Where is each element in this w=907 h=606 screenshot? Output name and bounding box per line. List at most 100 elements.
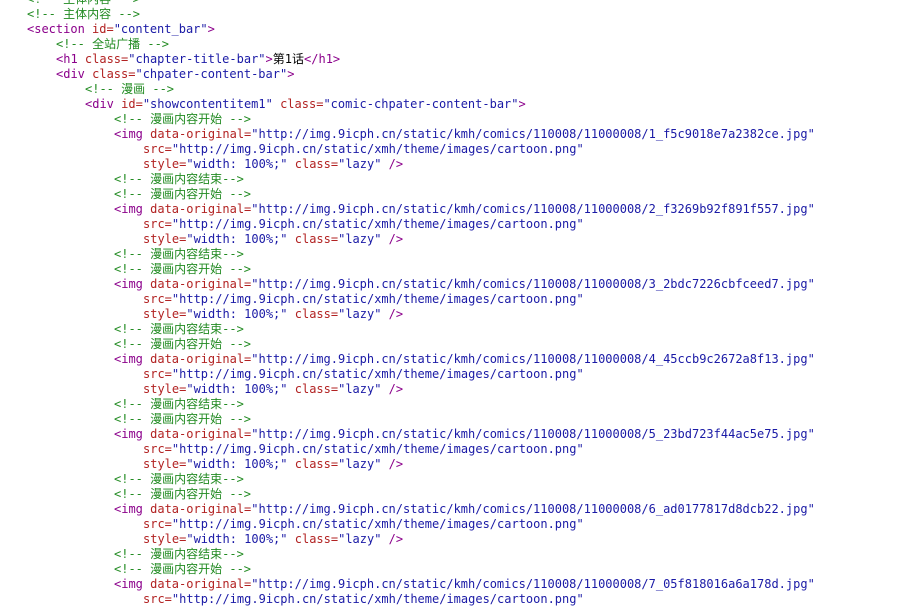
code-attribute: style= xyxy=(143,457,187,471)
code-tag: <h1 xyxy=(56,52,78,66)
code-attribute: style= xyxy=(143,382,187,396)
code-line: <section id="content_bar"> xyxy=(0,22,907,37)
code-tag: <section xyxy=(27,22,85,36)
code-attribute: style= xyxy=(143,307,187,321)
code-attribute: style= xyxy=(143,232,187,246)
code-line: <h1 class="chapter-title-bar">第1话</h1> xyxy=(0,52,907,67)
code-tag: <img xyxy=(114,202,143,216)
code-attribute: data-original= xyxy=(142,502,252,516)
code-comment: <!-- 漫画内容开始 --> xyxy=(114,412,252,426)
code-line: style="width: 100%;" class="lazy" /> xyxy=(0,532,907,547)
code-tag: /> xyxy=(381,157,404,171)
code-line: style="width: 100%;" class="lazy" /> xyxy=(0,157,907,172)
code-line: <!-- 漫画内容结束--> xyxy=(0,397,907,412)
code-line: style="width: 100%;" class="lazy" /> xyxy=(0,307,907,322)
code-comment: <!-- 漫画内容结束--> xyxy=(114,322,244,336)
code-line: <!-- 漫画内容结束--> xyxy=(0,172,907,187)
code-tag: <div xyxy=(85,97,114,111)
code-comment: <!-- 漫画内容结束--> xyxy=(114,247,244,261)
code-comment: <!-- 漫画内容开始 --> xyxy=(114,562,252,576)
code-tag: > xyxy=(518,97,526,111)
code-text: 第1话 xyxy=(272,52,305,66)
code-line: <!-- 漫画内容结束--> xyxy=(0,472,907,487)
code-attribute: class= xyxy=(287,457,339,471)
code-comment: <!-- 漫画 --> xyxy=(85,82,175,96)
code-line: <!-- 漫画 --> xyxy=(0,82,907,97)
code-value: "http://img.9icph.cn/static/xmh/theme/im… xyxy=(171,367,584,381)
code-tag: > xyxy=(287,67,295,81)
code-value: "lazy" xyxy=(338,532,382,546)
code-line: style="width: 100%;" class="lazy" /> xyxy=(0,382,907,397)
code-comment: <!-- 漫画内容开始 --> xyxy=(114,487,252,501)
code-value: "lazy" xyxy=(338,457,382,471)
code-line: style="width: 100%;" class="lazy" /> xyxy=(0,457,907,472)
code-attribute: src= xyxy=(143,217,172,231)
code-value: "http://img.9icph.cn/static/kmh/comics/1… xyxy=(251,427,815,441)
code-line: <div id="showcontentitem1" class="comic-… xyxy=(0,97,907,112)
code-line: <!-- 漫画内容结束--> xyxy=(0,247,907,262)
code-comment: <!-- 全站广播 --> xyxy=(56,37,170,51)
code-line: <!-- 漫画内容开始 --> xyxy=(0,112,907,127)
code-attribute: data-original= xyxy=(142,352,252,366)
code-line: <img data-original="http://img.9icph.cn/… xyxy=(0,277,907,292)
code-value: "http://img.9icph.cn/static/xmh/theme/im… xyxy=(171,217,584,231)
code-attribute: src= xyxy=(143,442,172,456)
code-line: <!-- 漫画内容开始 --> xyxy=(0,337,907,352)
code-value: "chapter-title-bar" xyxy=(128,52,266,66)
code-line: src="http://img.9icph.cn/static/xmh/them… xyxy=(0,292,907,307)
code-attribute: data-original= xyxy=(142,202,252,216)
code-value: "width: 100%;" xyxy=(186,157,288,171)
code-attribute: src= xyxy=(143,367,172,381)
code-value: "width: 100%;" xyxy=(186,307,288,321)
code-line: <img data-original="http://img.9icph.cn/… xyxy=(0,352,907,367)
code-comment: <!-- 漫画内容开始 --> xyxy=(114,337,252,351)
code-tag: > xyxy=(265,52,273,66)
code-value: "lazy" xyxy=(338,307,382,321)
code-line: <!-- 全站广播 --> xyxy=(0,37,907,52)
code-attribute: id= xyxy=(84,22,114,36)
code-attribute: data-original= xyxy=(142,427,252,441)
code-attribute: src= xyxy=(143,292,172,306)
code-line: <img data-original="http://img.9icph.cn/… xyxy=(0,577,907,592)
code-tag: /> xyxy=(381,382,404,396)
code-tag: <img xyxy=(114,502,143,516)
code-comment: <!-- 漫画内容开始 --> xyxy=(114,187,252,201)
code-tag: </h1> xyxy=(304,52,341,66)
code-value: "http://img.9icph.cn/static/xmh/theme/im… xyxy=(171,517,584,531)
code-attribute: src= xyxy=(143,142,172,156)
code-value: "lazy" xyxy=(338,232,382,246)
code-attribute: class= xyxy=(287,307,339,321)
code-line: <img data-original="http://img.9icph.cn/… xyxy=(0,127,907,142)
code-line: style="width: 100%;" class="lazy" /> xyxy=(0,232,907,247)
code-tag: <img xyxy=(114,427,143,441)
code-value: "chpater-content-bar" xyxy=(135,67,288,81)
code-value: "http://img.9icph.cn/static/xmh/theme/im… xyxy=(171,592,584,606)
code-value: "http://img.9icph.cn/static/kmh/comics/1… xyxy=(251,352,815,366)
code-line: <!-- 漫画内容开始 --> xyxy=(0,412,907,427)
code-comment: <!-- 主体内容 --> xyxy=(27,0,140,6)
code-tag: <img xyxy=(114,352,143,366)
code-attribute: style= xyxy=(143,532,187,546)
code-value: "http://img.9icph.cn/static/xmh/theme/im… xyxy=(171,292,584,306)
code-attribute: data-original= xyxy=(142,577,252,591)
code-value: "width: 100%;" xyxy=(186,532,288,546)
code-line: <!-- 漫画内容开始 --> xyxy=(0,187,907,202)
code-line: <img data-original="http://img.9icph.cn/… xyxy=(0,427,907,442)
code-comment: <!-- 漫画内容结束--> xyxy=(114,547,244,561)
code-lines: <!-- 主体内容 --><!-- 主体内容 --><section id="c… xyxy=(0,0,907,606)
code-value: "showcontentitem1" xyxy=(142,97,273,111)
code-attribute: src= xyxy=(143,517,172,531)
code-attribute: style= xyxy=(143,157,187,171)
code-value: "http://img.9icph.cn/static/kmh/comics/1… xyxy=(251,277,815,291)
code-attribute: class= xyxy=(77,52,129,66)
code-attribute: src= xyxy=(143,592,172,606)
code-comment: <!-- 漫画内容结束--> xyxy=(114,172,244,186)
code-value: "http://img.9icph.cn/static/xmh/theme/im… xyxy=(171,142,584,156)
code-value: "http://img.9icph.cn/static/xmh/theme/im… xyxy=(171,442,584,456)
code-line: src="http://img.9icph.cn/static/xmh/them… xyxy=(0,442,907,457)
code-value: "width: 100%;" xyxy=(186,232,288,246)
code-tag: <img xyxy=(114,577,143,591)
code-attribute: class= xyxy=(84,67,136,81)
code-attribute: class= xyxy=(287,157,339,171)
code-comment: <!-- 漫画内容开始 --> xyxy=(114,112,252,126)
